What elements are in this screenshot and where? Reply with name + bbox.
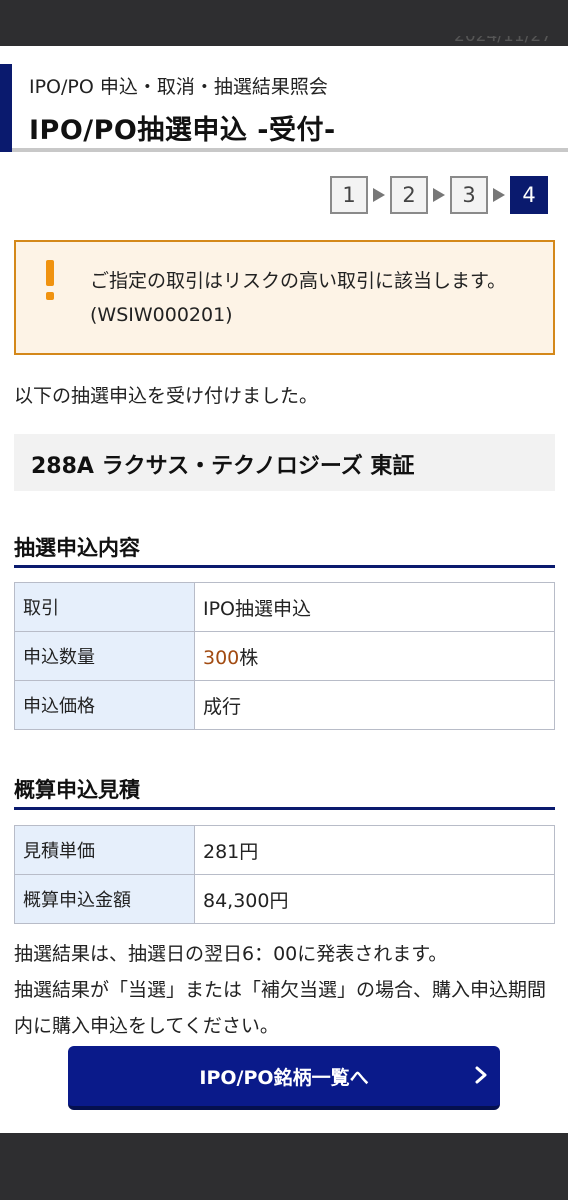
step-indicator: 1 2 3 4 xyxy=(330,174,548,216)
section-divider xyxy=(14,565,555,568)
page-title: IPO/PO抽選申込 -受付- xyxy=(29,115,336,146)
quantity-unit: 株 xyxy=(239,646,259,669)
table-row: 申込価格 成行 xyxy=(14,680,555,730)
row-value: 84,300円 xyxy=(194,874,555,924)
row-value: IPO抽選申込 xyxy=(194,582,555,632)
step-3: 3 xyxy=(450,176,488,214)
row-value: 281円 xyxy=(194,825,555,875)
intro-text: 以下の抽選申込を受け付けました。 xyxy=(14,385,319,407)
result-notice: 抽選結果は、抽選日の翌日6：00に発表されます。 抽選結果が「当選」または「補欠… xyxy=(14,936,559,1044)
row-value: 300株 xyxy=(194,631,555,681)
quantity-value: 300 xyxy=(203,646,240,669)
notice-line: 抽選結果は、抽選日の翌日6：00に発表されます。 xyxy=(14,943,448,965)
row-label: 取引 xyxy=(14,582,195,632)
estimate-table: 見積単価 281円 概算申込金額 84,300円 xyxy=(14,825,555,924)
risk-warning-alert: ご指定の取引はリスクの高い取引に該当します。(WSIW000201) xyxy=(14,240,555,355)
row-label: 申込価格 xyxy=(14,680,195,730)
header-accent-bar xyxy=(0,64,12,152)
section-title-application: 抽選申込内容 xyxy=(14,536,140,560)
row-label: 見積単価 xyxy=(14,825,195,875)
security-box: 288A ラクサス・テクノロジーズ 東証 xyxy=(14,434,555,491)
step-arrow-icon xyxy=(428,188,450,202)
row-label: 申込数量 xyxy=(14,631,195,681)
step-arrow-icon xyxy=(368,188,390,202)
price-value: 成行 xyxy=(194,680,555,730)
table-row: 申込数量 300株 xyxy=(14,631,555,681)
table-row: 概算申込金額 84,300円 xyxy=(14,874,555,924)
ipo-list-button[interactable]: IPO/PO銘柄一覧へ xyxy=(68,1046,500,1110)
navigation-bar xyxy=(0,1133,568,1200)
section-title-estimate: 概算申込見積 xyxy=(14,778,140,802)
row-label: 概算申込金額 xyxy=(14,874,195,924)
security-name: 288A ラクサス・テクノロジーズ 東証 xyxy=(31,454,415,479)
alert-message: ご指定の取引はリスクの高い取引に該当します。(WSIW000201) xyxy=(90,270,507,326)
status-date: 2024/11/27 xyxy=(454,36,552,46)
exclamation-icon xyxy=(44,260,56,304)
chevron-right-icon xyxy=(475,1066,487,1084)
step-arrow-icon xyxy=(488,188,510,202)
section-divider xyxy=(14,807,555,810)
status-bar: 2024/11/27 xyxy=(0,0,568,46)
page-subtitle: IPO/PO 申込・取消・抽選結果照会 xyxy=(29,76,328,98)
notice-line: 抽選結果が「当選」または「補欠当選」の場合、購入申込期間内に購入申込をしてくださ… xyxy=(14,979,547,1037)
step-1: 1 xyxy=(330,176,368,214)
table-row: 取引 IPO抽選申込 xyxy=(14,582,555,632)
step-4-current: 4 xyxy=(510,176,548,214)
table-row: 見積単価 281円 xyxy=(14,825,555,875)
page-header: IPO/PO 申込・取消・抽選結果照会 IPO/PO抽選申込 -受付- xyxy=(0,64,568,152)
step-2: 2 xyxy=(390,176,428,214)
header-divider xyxy=(12,148,568,152)
application-table: 取引 IPO抽選申込 申込数量 300株 申込価格 成行 xyxy=(14,582,555,730)
ipo-list-button-label: IPO/PO銘柄一覧へ xyxy=(199,1066,369,1089)
